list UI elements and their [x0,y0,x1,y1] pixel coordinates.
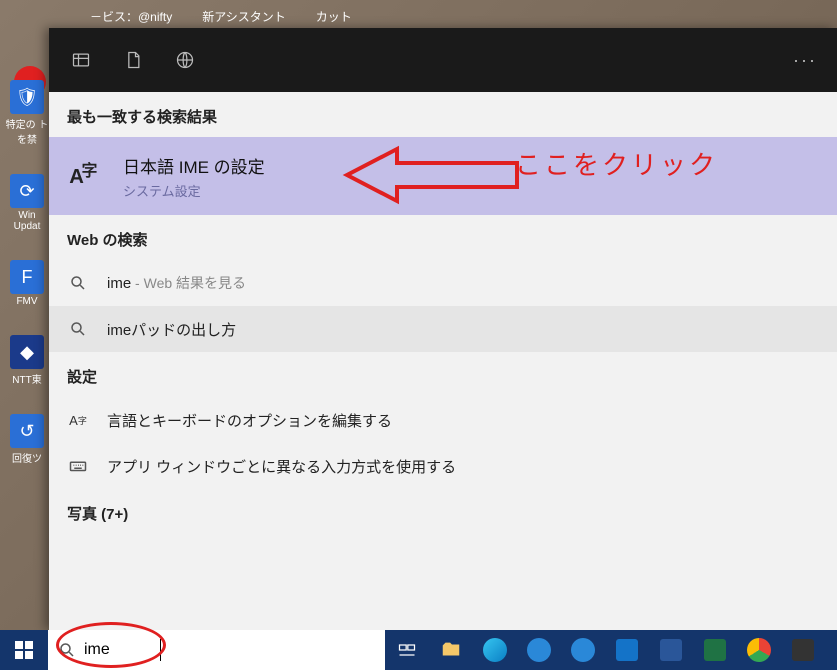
best-match-text: 日本語 IME の設定 システム設定 [123,153,265,200]
section-header-web: Web の検索 [49,215,837,260]
web-result-label: imeパッドの出し方 [107,319,236,340]
start-button[interactable] [0,630,48,670]
icon-label: 回復ツ [12,450,42,465]
edge-icon [483,638,507,662]
text-caret [160,639,161,661]
globe-icon [175,50,195,70]
word-icon [660,639,682,661]
desktop-icons-column: 🛡 特定の トを禁 ⟳ Win Updat F FMV ◆ NTT東 ↺ 回復ツ [4,80,50,465]
shield-icon: 🛡 [10,80,44,114]
desktop: －ビス：@nifty 新アシスタント カット 🛡 特定の トを禁 ⟳ Win U… [0,0,837,670]
panel-topbar: ··· [49,28,837,92]
desktop-icon-update[interactable]: ⟳ Win Updat [4,174,50,232]
best-match-subtitle: システム設定 [123,181,265,200]
explorer-button[interactable] [429,630,473,670]
desktop-icon-recover[interactable]: ↺ 回復ツ [4,414,50,465]
taskbar-search-box[interactable] [48,630,385,670]
panel-more-button[interactable]: ··· [781,50,829,71]
icon-label: FMV [16,296,37,307]
section-header-photos: 写真 (7+) [49,489,837,534]
excel-button[interactable] [693,630,737,670]
best-match-title: 日本語 IME の設定 [123,153,265,178]
document-icon [123,50,143,70]
panel-body: 最も一致する検索結果 A 字 日本語 IME の設定 システム設定 ここをクリッ… [49,92,837,630]
best-match-item[interactable]: A 字 日本語 IME の設定 システム設定 ここをクリック [49,137,837,215]
desktop-icon-fmv[interactable]: F FMV [4,260,50,307]
scope-web-button[interactable] [161,36,209,84]
search-icon [67,272,89,294]
language-icon: A 字 [67,158,103,194]
search-icon [58,641,76,659]
icon-label: Win Updat [4,210,50,232]
edge-button[interactable] [473,630,517,670]
update-icon: ⟳ [10,174,44,208]
scope-docs-button[interactable] [109,36,157,84]
web-result-label: ime [107,275,131,292]
desktop-icon-security[interactable]: 🛡 特定の トを禁 [4,80,50,146]
taskbar-search-input[interactable] [84,630,375,670]
desktop-icon-ntt[interactable]: ◆ NTT東 [4,335,50,386]
folder-icon [440,639,462,661]
outlook-button[interactable] [605,630,649,670]
scope-all-button[interactable] [57,36,105,84]
search-icon [67,318,89,340]
ntt-icon: ◆ [10,335,44,369]
icon-label: NTT東 [12,371,41,386]
keyboard-icon [67,455,89,477]
outlook-icon [616,639,638,661]
chrome-icon [747,638,771,662]
grid-icon [71,50,91,70]
taskview-icon [397,640,417,660]
task-view-button[interactable] [385,630,429,670]
web-result-item[interactable]: imeパッドの出し方 [49,306,837,352]
section-header-settings: 設定 [49,352,837,397]
store-button[interactable] [561,630,605,670]
calculator-icon [792,639,814,661]
excel-icon [704,639,726,661]
taskbar-apps [385,630,825,670]
windows-icon [15,641,33,659]
ellipsis-icon: ··· [793,50,817,70]
mail-button[interactable] [517,630,561,670]
svg-text:字: 字 [82,161,98,180]
store-icon [571,638,595,662]
web-result-sub: - Web 結果を見る [131,275,246,291]
shortcut-label: カット [316,8,352,25]
calculator-button[interactable] [781,630,825,670]
shortcut-label: －ビス：@nifty [90,8,172,25]
icon-label: 特定の トを禁 [4,116,50,146]
taskbar [0,630,837,670]
settings-item[interactable]: アプリ ウィンドウごとに異なる入力方式を使用する [49,443,837,489]
fmv-icon: F [10,260,44,294]
shortcut-label: 新アシスタント [202,8,286,25]
mail-icon [527,638,551,662]
recover-icon: ↺ [10,414,44,448]
settings-item-label: アプリ ウィンドウごとに異なる入力方式を使用する [107,456,456,477]
section-header-best: 最も一致する検索結果 [49,92,837,137]
annotation-text: ここをクリック [515,145,718,182]
chrome-button[interactable] [737,630,781,670]
web-result-item[interactable]: ime - Web 結果を見る [49,260,837,306]
word-button[interactable] [649,630,693,670]
desktop-shortcut-labels: －ビス：@nifty 新アシスタント カット [90,8,352,25]
language-small-icon: A字 [67,409,89,431]
search-results-panel: ··· 最も一致する検索結果 A 字 日本語 IME の設定 システム設定 ここ… [49,28,837,630]
settings-item[interactable]: A字 言語とキーボードのオプションを編集する [49,397,837,443]
settings-item-label: 言語とキーボードのオプションを編集する [107,410,392,431]
annotation-arrow [319,143,519,207]
